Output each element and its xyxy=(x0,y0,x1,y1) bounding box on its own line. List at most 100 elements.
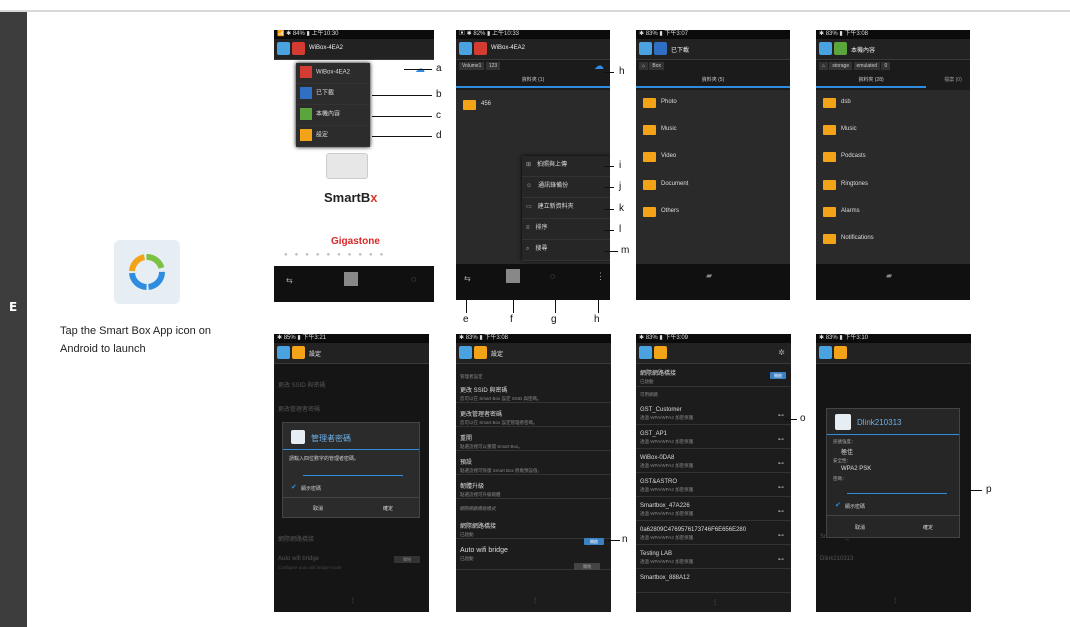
status-bar: ▣ ✱ 82% ▮ 上午10:33 xyxy=(456,30,610,39)
cancel-button[interactable]: 取消 xyxy=(313,505,323,512)
refresh-icon[interactable]: ◌ xyxy=(411,274,416,284)
app-logo-icon[interactable] xyxy=(277,346,290,359)
tab-folders[interactable]: 資料夾 (5) xyxy=(636,76,790,88)
password-input[interactable] xyxy=(847,493,947,494)
menu-item-downloaded[interactable]: 已下載 xyxy=(296,84,370,105)
storage-icon[interactable]: ▰ xyxy=(706,271,712,280)
menu-item-contacts-backup[interactable]: ☺ 通訊錄備份 xyxy=(522,177,610,198)
network-item[interactable]: WiBox-0DA8 透過 WPA/WPA2 加密保護 xyxy=(636,452,791,473)
menu-item-search[interactable]: ⌕ 搜尋 xyxy=(522,240,610,261)
password-input[interactable] xyxy=(303,475,403,476)
setting-reset[interactable]: 預設 點選這裡可恢復 Smart Box 原廠預設值。 xyxy=(456,454,611,475)
breadcrumb[interactable]: ⌂ Box xyxy=(639,62,665,70)
more-icon[interactable]: ⋮ xyxy=(350,597,356,604)
tab-files[interactable]: 檔案 (0) xyxy=(936,76,970,88)
network-item[interactable]: GST&ASTRO 透過 WPA/WPA2 加密保護 xyxy=(636,476,791,497)
menu-item-sort[interactable]: ≡ 排序 xyxy=(522,219,610,240)
app-logo-icon[interactable] xyxy=(819,42,832,55)
bg-item: 更改 SSID 與密碼 xyxy=(278,383,326,389)
callout-n: n xyxy=(622,534,628,545)
setting-ssid[interactable]: 更改 SSID 與密碼 您可以在 Smart Box 設定 SSID 與密碼。 xyxy=(456,382,611,403)
auto-bridge-toggle[interactable]: 關閉 xyxy=(574,563,600,570)
folder-name[interactable]: Podcasts xyxy=(841,153,866,159)
setting-admin-password[interactable]: 更改管理者密碼 您可以在 Smart Box 設定管理者密碼。 xyxy=(456,406,611,427)
app-logo-icon xyxy=(835,414,851,430)
ok-button[interactable]: 確定 xyxy=(923,524,933,531)
bottom-nav: ▰ xyxy=(636,264,790,300)
network-icon[interactable]: ⇆ xyxy=(286,276,293,285)
breadcrumb[interactable]: ⌂ storage emulated 0 xyxy=(819,62,891,70)
cancel-button[interactable]: 取消 xyxy=(855,524,865,531)
menu-item-wibox[interactable]: WiBox-4EA2 xyxy=(296,63,370,84)
menu-item-new-folder[interactable]: ▭ 建立新資料夾 xyxy=(522,198,610,219)
leader-g xyxy=(555,285,556,313)
network-item[interactable]: GST_AP1 透過 WPA/WPA2 加密保護 xyxy=(636,428,791,449)
settings-icon xyxy=(474,346,487,359)
callout-i: i xyxy=(619,160,622,171)
checkbox-icon[interactable]: ✔ xyxy=(291,483,297,491)
setting-bridge: 網際網路橋接 已啟動 xyxy=(456,518,611,539)
folder-name[interactable]: Document xyxy=(661,181,688,187)
app-logo-icon[interactable] xyxy=(819,346,832,359)
menu-item-local[interactable]: 本機內容 xyxy=(296,105,370,126)
screen-wifi-password: ✱ 83% ▮ 下午3:10 Smartbox_47A226 Dlink2103… xyxy=(816,334,971,612)
app-logo-icon[interactable] xyxy=(639,346,652,359)
network-item[interactable]: 0a62809C4769576173746F6E656E280 透過 WPA/WP… xyxy=(636,524,791,545)
folder-name[interactable]: Notifications xyxy=(841,235,874,241)
network-item[interactable]: Testing LAB 透過 WPA/WPA2 加密保護 xyxy=(636,548,791,569)
setting-reboot[interactable]: 重開 點選這裡可以重開 Smart Box。 xyxy=(456,430,611,451)
storage-icon[interactable]: ▰ xyxy=(886,271,892,280)
auto-bridge-toggle[interactable]: 關閉 xyxy=(394,556,420,563)
more-icon[interactable]: ⋮ xyxy=(892,597,898,604)
wifi-lock-icon: ⊷ xyxy=(778,461,784,467)
network-icon[interactable]: ⇆ xyxy=(464,274,471,283)
folder-name[interactable]: Alarms xyxy=(841,208,860,214)
folder-name[interactable]: Music xyxy=(661,126,677,132)
status-bar: 📶 ✱ 84% ▮ 上午10:30 xyxy=(274,30,434,39)
network-item[interactable]: Smartbox_47A226 透過 WPA/WPA2 加密保護 xyxy=(636,500,791,521)
app-logo-icon[interactable] xyxy=(459,42,472,55)
qr-icon[interactable] xyxy=(506,269,520,283)
folder-name[interactable]: Ringtones xyxy=(841,181,868,187)
file-area xyxy=(816,90,970,264)
folder-name[interactable]: Others xyxy=(661,208,679,214)
connection-icon[interactable]: ☁ xyxy=(594,61,604,72)
qr-icon[interactable] xyxy=(344,272,358,286)
screen-title: 設定 xyxy=(309,352,322,358)
title-divider xyxy=(827,434,959,435)
status-bar: ✱ 83% ▮ 下午3:08 xyxy=(816,30,970,39)
security-label: 安全性： xyxy=(833,458,851,463)
bg-item: 更改管理者密碼 xyxy=(278,407,321,413)
network-item[interactable]: Smartbox_888A12 xyxy=(636,572,791,593)
breadcrumb[interactable]: Volume1 123 xyxy=(459,62,501,70)
ok-button[interactable]: 確定 xyxy=(383,505,393,512)
more-icon[interactable]: ⋮ xyxy=(596,271,605,282)
more-icon[interactable]: ⋮ xyxy=(532,597,538,604)
refresh-icon[interactable]: ◌ xyxy=(550,271,555,281)
app-logo-icon[interactable] xyxy=(639,42,652,55)
device-title[interactable]: WiBox-4EA2 xyxy=(491,45,525,51)
action-bar: 設定 xyxy=(456,343,611,364)
folder-name[interactable]: Photo xyxy=(661,99,677,105)
app-logo-icon[interactable] xyxy=(459,346,472,359)
app-logo-icon[interactable] xyxy=(277,42,290,55)
leader-n xyxy=(608,540,620,541)
bridge-toggle[interactable]: 開啟 xyxy=(770,372,786,379)
more-icon[interactable]: ⋮ xyxy=(712,599,718,606)
menu-item-upload[interactable]: ⊞ 拍照與上傳 xyxy=(522,156,610,177)
smartbox-app-icon[interactable] xyxy=(114,240,180,304)
folder-name[interactable]: 456 xyxy=(481,101,491,107)
device-title[interactable]: WiBox-4EA2 xyxy=(309,45,343,51)
menu-item-settings[interactable]: 設定 xyxy=(296,126,370,147)
tab-folders[interactable]: 資料夾 (28) xyxy=(816,76,926,88)
leader-m xyxy=(604,251,618,252)
folder-name[interactable]: Music xyxy=(841,126,857,132)
folder-name[interactable]: Video xyxy=(661,153,676,159)
setting-firmware[interactable]: 韌體升級 點選這裡可升級韌體 xyxy=(456,478,611,499)
checkbox-icon[interactable]: ✔ xyxy=(835,501,841,509)
tab-folders[interactable]: 資料夾 (1) xyxy=(456,76,610,88)
folder-name[interactable]: dsb xyxy=(841,99,851,105)
network-item[interactable]: GST_Customer 透過 WPA/WPA2 加密保護 xyxy=(636,404,791,425)
wifi-scan-icon[interactable]: ✲ xyxy=(778,348,785,357)
signal-value: 極佳 xyxy=(841,450,854,456)
